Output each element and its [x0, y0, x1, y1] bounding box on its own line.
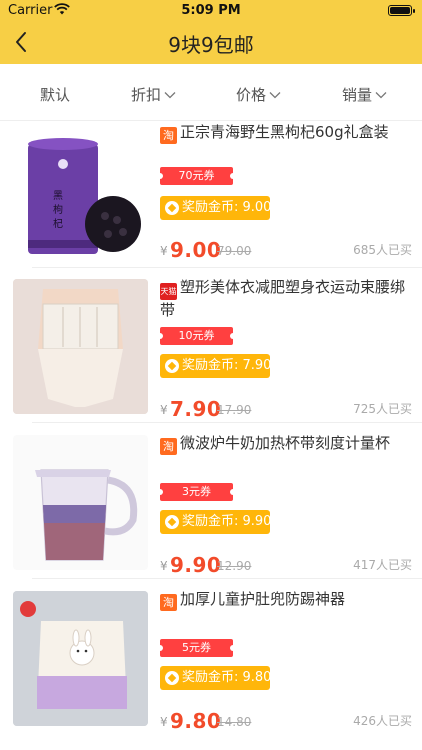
coin-icon [165, 515, 179, 529]
original-price: 17.90 [217, 403, 252, 417]
original-price: 12.90 [217, 559, 252, 573]
sort-tab-label: 默认 [40, 86, 71, 104]
reward-text: 奖励金币: 9.00 [182, 200, 272, 215]
coupon-badge[interactable]: 10元券 [157, 327, 236, 345]
reward-coins-badge: 奖励金币: 9.00 [160, 196, 272, 220]
current-price: 7.90 [170, 397, 222, 421]
svg-text:杞: 杞 [53, 217, 63, 230]
price-row: ¥ 9.80 14.80 426人已买 [160, 707, 412, 733]
original-price: 14.80 [217, 715, 252, 729]
status-time: 5:09 PM [181, 3, 241, 18]
original-price: 79.00 [217, 244, 252, 258]
price-row: ¥ 9.90 12.90 417人已买 [160, 551, 412, 577]
sold-count: 426人已买 [353, 714, 412, 728]
product-item[interactable]: 淘微波炉牛奶加热杯带刻度计量杯 3元券 奖励金币: 9.90 ¥ 9.90 12… [0, 423, 422, 579]
reward-coins-badge: 奖励金币: 9.80 [160, 666, 272, 690]
chevron-down-icon [375, 91, 387, 98]
reward-coins-badge: 奖励金币: 7.90 [160, 354, 272, 378]
product-item[interactable]: 淘加厚儿童护肚兜防踢神器 5元券 奖励金币: 9.80 ¥ 9.80 14.80… [0, 579, 422, 735]
product-image-belly-band [13, 591, 148, 726]
taobao-icon: 淘 [160, 594, 177, 611]
current-price: 9.80 [170, 709, 222, 733]
product-title: 淘微波炉牛奶加热杯带刻度计量杯 [160, 433, 410, 455]
status-bar: Carrier 5:09 PM [0, 0, 422, 22]
coin-icon [165, 201, 179, 215]
measuring-cup-image [13, 435, 148, 570]
reward-text: 奖励金币: 9.90 [182, 514, 272, 529]
coin-icon [165, 359, 179, 373]
top-bar: Carrier 5:09 PM 9块9包邮 [0, 0, 422, 64]
sort-tab-discount[interactable]: 折扣 [131, 84, 176, 105]
belly-band-image [13, 591, 148, 726]
currency-symbol: ¥ [160, 715, 168, 729]
reward-coins-badge: 奖励金币: 9.90 [160, 510, 272, 534]
page-title: 9块9包邮 [168, 33, 254, 57]
svg-text:黑: 黑 [53, 190, 63, 202]
sort-tab-price[interactable]: 价格 [236, 84, 281, 105]
goji-canister-image: 黑 枸 杞 [28, 138, 141, 254]
chevron-down-icon [269, 91, 281, 98]
sort-tab-label: 折扣 [131, 86, 162, 104]
sold-count: 725人已买 [353, 402, 412, 416]
current-price: 9.00 [170, 238, 222, 262]
sort-tab-label: 销量 [342, 86, 373, 104]
taobao-icon: 淘 [160, 438, 177, 455]
price-row: ¥ 9.00 79.00 685人已买 [160, 236, 412, 262]
sold-count: 417人已买 [353, 558, 412, 572]
taobao-icon: 淘 [160, 127, 177, 144]
reward-text: 奖励金币: 9.80 [182, 670, 272, 685]
product-title-text: 加厚儿童护肚兜防踢神器 [180, 590, 346, 608]
svg-text:枸: 枸 [53, 203, 63, 216]
product-image-goji-box: 黑 枸 杞 [13, 124, 148, 259]
coupon-badge[interactable]: 70元券 [157, 167, 236, 185]
battery-icon [388, 5, 415, 16]
product-item[interactable]: 黑 枸 杞 淘正宗青海野生黑枸杞60g礼盒装 70元券 奖励金币: 9.00 ¥… [0, 112, 422, 268]
currency-symbol: ¥ [160, 403, 168, 417]
product-title: 淘正宗青海野生黑枸杞60g礼盒装 [160, 122, 410, 144]
chevron-down-icon [164, 91, 176, 98]
coin-icon [165, 671, 179, 685]
sold-count: 685人已买 [353, 243, 412, 257]
current-price: 9.90 [170, 553, 222, 577]
coupon-badge[interactable]: 3元券 [157, 483, 236, 501]
product-title-text: 正宗青海野生黑枸杞60g礼盒装 [180, 123, 389, 141]
product-image-shapewear [13, 279, 148, 414]
price-row: ¥ 7.90 17.90 725人已买 [160, 395, 412, 421]
currency-symbol: ¥ [160, 244, 168, 258]
product-item[interactable]: 天猫 塑形美体衣减肥塑身衣运动束腰绑带 10元券 奖励金币: 7.90 ¥ 7.9… [0, 267, 422, 423]
product-title-text: 塑形美体衣减肥塑身衣运动束腰绑带 [160, 278, 406, 319]
sort-tab-label: 价格 [236, 86, 267, 104]
reward-text: 奖励金币: 7.90 [182, 358, 272, 373]
sort-tab-default[interactable]: 默认 [40, 84, 70, 105]
product-title: 淘加厚儿童护肚兜防踢神器 [160, 589, 410, 611]
product-title: 天猫 塑形美体衣减肥塑身衣运动束腰绑带 [160, 277, 410, 320]
nav-bar: 9块9包邮 [0, 22, 422, 64]
coupon-badge[interactable]: 5元券 [157, 639, 236, 657]
sort-tab-sales[interactable]: 销量 [342, 84, 387, 105]
shapewear-image [13, 279, 148, 414]
product-image-measuring-cup [13, 435, 148, 570]
currency-symbol: ¥ [160, 559, 168, 573]
product-title-text: 微波炉牛奶加热杯带刻度计量杯 [180, 434, 391, 452]
tmall-icon: 天猫 [160, 283, 177, 300]
